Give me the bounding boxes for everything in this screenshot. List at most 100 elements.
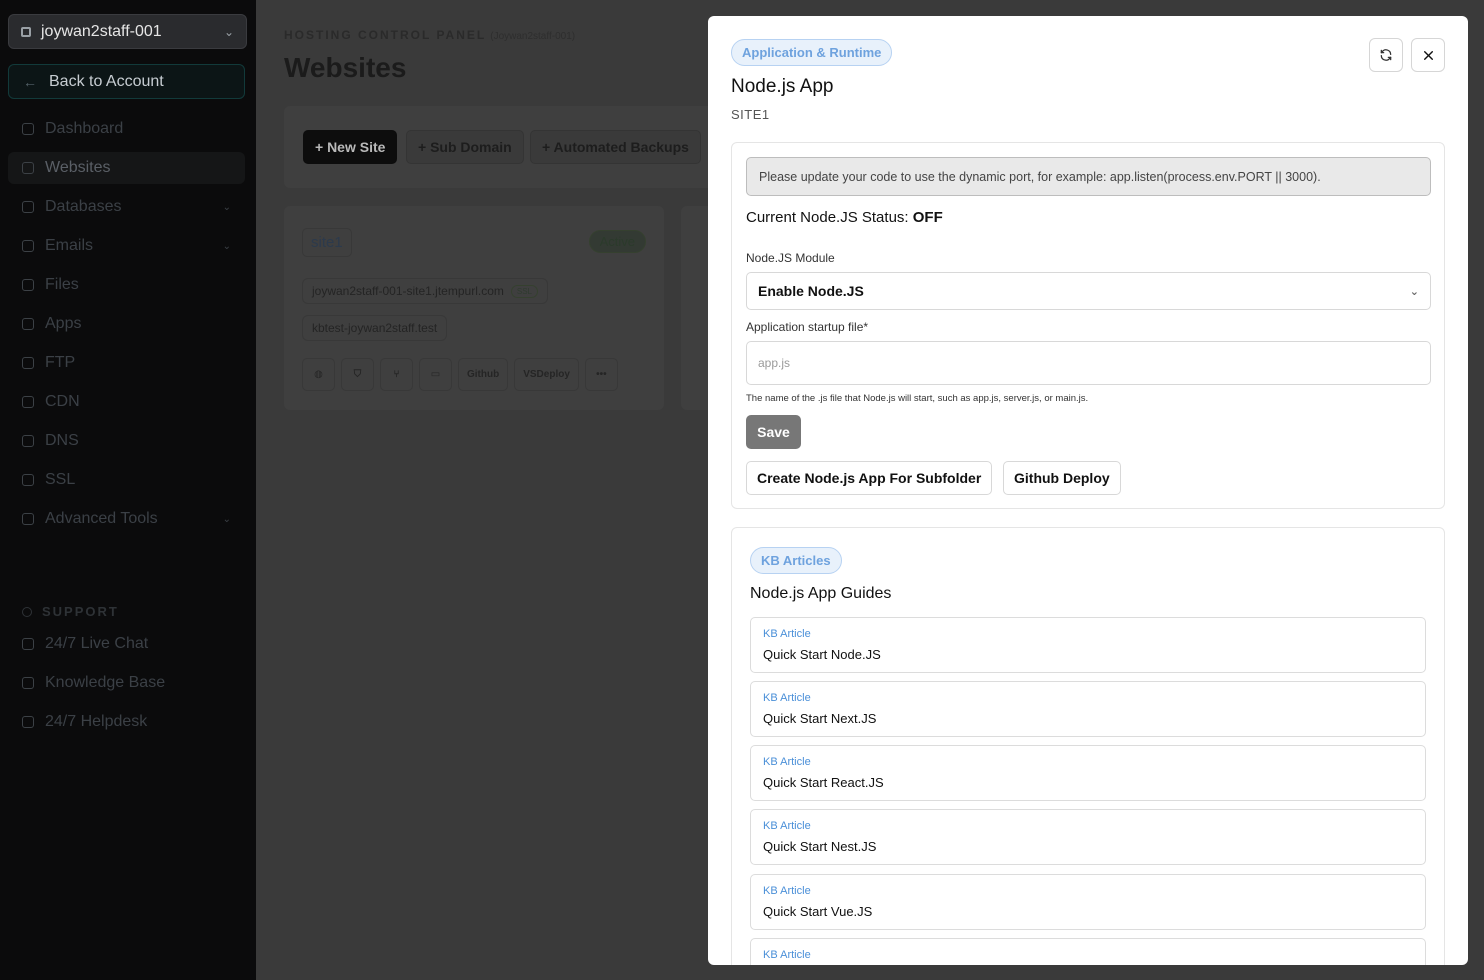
- domain-chip[interactable]: kbtest-joywan2staff.test: [302, 315, 448, 341]
- shield-icon: ⛉: [353, 369, 362, 380]
- status-badge: Active: [588, 230, 646, 253]
- ssl-badge: SSL: [510, 284, 538, 298]
- nodejs-config-card: Please update your code to use the dynam…: [731, 142, 1445, 509]
- kb-article-title: Quick Start Next.JS: [763, 711, 877, 726]
- sidebar-item-label: SSL: [45, 471, 76, 488]
- branch-button[interactable]: ⑂: [380, 358, 413, 391]
- apps-icon: [22, 318, 34, 330]
- sidebar-item-label: Files: [45, 276, 79, 293]
- sidebar-item-label: Websites: [45, 159, 111, 176]
- nodejs-status: Current Node.JS Status: OFF: [746, 209, 943, 226]
- domain-label: joywan2staff-001-site1.jtempurl.com: [312, 284, 504, 298]
- sidebar-item-databases[interactable]: Databases ⌄: [8, 191, 245, 223]
- close-button[interactable]: [1411, 38, 1445, 72]
- port-notice: Please update your code to use the dynam…: [746, 157, 1431, 196]
- support-icon: [22, 606, 32, 617]
- database-icon: [22, 201, 34, 213]
- tools-icon: [22, 513, 34, 525]
- module-selected-value: Enable Node.JS: [758, 283, 864, 299]
- chevron-down-icon: ⌄: [223, 24, 234, 39]
- status-value: OFF: [912, 209, 943, 226]
- upload-icon: [22, 357, 34, 369]
- kb-article-tag: KB Article: [763, 885, 811, 897]
- sidebar-item-label: 24/7 Live Chat: [45, 635, 149, 652]
- sidebar-item-apps[interactable]: Apps: [8, 308, 245, 340]
- kb-article-item[interactable]: KB Article Quick Start React.JS: [750, 745, 1426, 801]
- sidebar-item-label: Advanced Tools: [45, 510, 158, 527]
- status-label: Current Node.JS Status:: [746, 209, 909, 226]
- new-site-button[interactable]: + New Site: [303, 130, 398, 164]
- kb-article-title: Quick Start Vue.JS: [763, 904, 873, 919]
- modal-subtitle: SITE1: [731, 107, 770, 122]
- refresh-icon: [1380, 49, 1392, 61]
- kb-article-tag: KB Article: [763, 628, 811, 640]
- sidebar-item-label: Emails: [45, 237, 94, 254]
- panel-kicker: HOSTING CONTROL PANEL (Joywan2staff-001): [284, 28, 575, 42]
- automated-backups-button[interactable]: + Automated Backups: [530, 130, 701, 164]
- sidebar-item-files[interactable]: Files: [8, 269, 245, 301]
- modal-title: Node.js App: [731, 76, 834, 97]
- startup-file-help: The name of the .js file that Node.js wi…: [746, 393, 1089, 404]
- globe-icon: [22, 162, 34, 174]
- sidebar-item-label: CDN: [45, 393, 80, 410]
- chevron-down-icon: ⌄: [222, 201, 231, 213]
- kb-article-tag: KB Article: [763, 756, 811, 768]
- kb-badge: KB Articles: [750, 547, 842, 574]
- create-subfolder-app-button[interactable]: Create Node.js App For Subfolder: [746, 461, 993, 495]
- sidebar-item-ssl[interactable]: SSL: [8, 464, 245, 496]
- site-name-link[interactable]: site1: [302, 228, 352, 257]
- folder-button[interactable]: ▭: [419, 358, 452, 391]
- kb-article-item[interactable]: KB Article Quick Start Next.JS: [750, 681, 1426, 737]
- sidebar-item-dns[interactable]: DNS: [8, 425, 245, 457]
- save-button[interactable]: Save: [746, 415, 801, 449]
- sidebar-item-label: Apps: [45, 315, 82, 332]
- sidebar-item-label: DNS: [45, 432, 79, 449]
- kb-article-item[interactable]: KB Article Quick Start Node.JS: [750, 617, 1426, 673]
- kb-article-tag: KB Article: [763, 692, 811, 704]
- domain-label: kbtest-joywan2staff.test: [312, 321, 438, 335]
- category-badge: Application & Runtime: [731, 39, 893, 66]
- kb-article-tag: KB Article: [763, 820, 811, 832]
- vsdeploy-button[interactable]: VSDeploy: [514, 358, 579, 391]
- sidebar-item-websites[interactable]: Websites: [8, 152, 245, 184]
- sidebar-item-dashboard[interactable]: Dashboard: [8, 113, 245, 145]
- kb-article-item[interactable]: KB Article Quick Start Vue.JS: [750, 874, 1426, 930]
- sidebar-item-knowledge-base[interactable]: Knowledge Base: [8, 667, 245, 699]
- kb-article-item[interactable]: KB Article: [750, 938, 1426, 965]
- kb-title: Node.js App Guides: [750, 585, 892, 602]
- chevron-down-icon: ⌄: [1409, 285, 1419, 298]
- sidebar-item-ftp[interactable]: FTP: [8, 347, 245, 379]
- sidebar-item-cdn[interactable]: CDN: [8, 386, 245, 418]
- sidebar-item-live-chat[interactable]: 24/7 Live Chat: [8, 628, 245, 660]
- github-deploy-button[interactable]: Github Deploy: [1003, 461, 1121, 495]
- account-selector[interactable]: joywan2staff-001 ⌄: [8, 14, 247, 49]
- more-options-button[interactable]: •••: [584, 358, 618, 391]
- sidebar-item-helpdesk[interactable]: 24/7 Helpdesk: [8, 706, 245, 738]
- back-to-account-button[interactable]: ← Back to Account: [8, 64, 245, 99]
- site-actions: ◍ ⛉ ⑂ ▭ Github VSDeploy •••: [302, 358, 618, 391]
- sidebar-item-label: Databases: [45, 198, 122, 215]
- github-button[interactable]: Github: [458, 358, 509, 391]
- kb-article-title: Quick Start Node.JS: [763, 647, 881, 662]
- kb-article-item[interactable]: KB Article Quick Start Nest.JS: [750, 809, 1426, 865]
- globe-icon: ◍: [314, 369, 323, 380]
- folder-icon: ▭: [430, 369, 441, 380]
- globe-button[interactable]: ◍: [302, 358, 335, 391]
- nodejs-module-select[interactable]: Enable Node.JS ⌄: [746, 272, 1431, 310]
- ticket-icon: [22, 716, 34, 728]
- shield-button[interactable]: ⛉: [341, 358, 374, 391]
- folder-icon: [22, 279, 34, 291]
- sidebar-item-advanced-tools[interactable]: Advanced Tools ⌄: [8, 503, 245, 535]
- sub-domain-button[interactable]: + Sub Domain: [406, 130, 524, 164]
- domain-chip[interactable]: joywan2staff-001-site1.jtempurl.com SSL: [302, 278, 548, 304]
- kb-articles-card: KB Articles Node.js App Guides KB Articl…: [731, 527, 1445, 965]
- panel-kicker-account: (Joywan2staff-001): [490, 31, 576, 42]
- startup-file-label: Application startup file*: [746, 320, 869, 334]
- refresh-button[interactable]: [1369, 38, 1403, 72]
- page-title: Websites: [284, 52, 407, 83]
- sidebar-item-emails[interactable]: Emails ⌄: [8, 230, 245, 262]
- book-icon: [22, 677, 34, 689]
- startup-file-input[interactable]: [746, 341, 1431, 385]
- kb-article-title: Quick Start Nest.JS: [763, 839, 877, 854]
- panel-kicker-label: HOSTING CONTROL PANEL: [284, 28, 487, 42]
